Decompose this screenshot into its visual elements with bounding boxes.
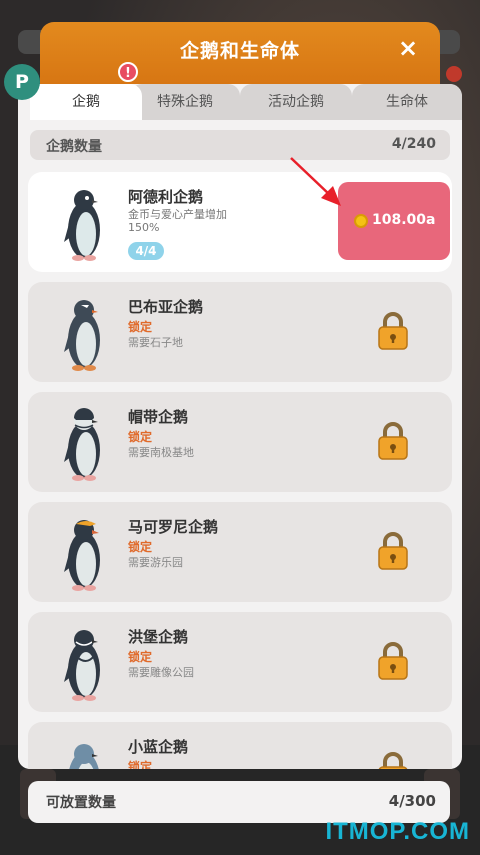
- tab-alert-badge: !: [118, 62, 138, 82]
- placement-capacity-value: 4/300: [388, 792, 436, 810]
- chinstrap-penguin-icon: [64, 408, 100, 481]
- modal-header: 企鹅和生命体 ×: [40, 22, 440, 84]
- penguin-list[interactable]: 阿德利企鹅 金币与爱心产量增加150% 4/4 108.00a 巴布亚企鹅 锁定: [18, 172, 462, 769]
- lock-icon: [378, 642, 408, 680]
- penguin-card-macaroni[interactable]: 马可罗尼企鹅 锁定 需要游乐园: [28, 502, 452, 602]
- backdrop-notification-dot: [446, 66, 462, 82]
- lock-icon: [378, 312, 408, 350]
- locked-status: 锁定: [128, 430, 153, 444]
- close-button[interactable]: ×: [394, 34, 422, 62]
- pointer-arrow-icon: [290, 157, 341, 206]
- placement-capacity-label: 可放置数量: [46, 795, 116, 811]
- penguin-name: 阿德利企鹅: [128, 188, 204, 206]
- buy-price: 108.00a: [372, 212, 436, 228]
- gentoo-penguin-icon: [64, 300, 100, 371]
- adelie-penguin-icon: [64, 190, 100, 261]
- penguin-bonus-desc: 金币与爱心产量增加150%: [128, 208, 227, 234]
- penguin-name: 巴布亚企鹅: [128, 298, 204, 316]
- penguin-card-chinstrap[interactable]: 帽带企鹅 锁定 需要南极基地: [28, 392, 452, 492]
- penguin-card-gentoo[interactable]: 巴布亚企鹅 锁定 需要石子地: [28, 282, 452, 382]
- upgrade-buy-button[interactable]: 108.00a: [338, 182, 450, 260]
- lock-icon: [378, 532, 408, 570]
- penguin-count-bar: 企鹅数量 4/240: [30, 130, 450, 160]
- penguin-name: 小蓝企鹅: [128, 738, 189, 756]
- penguin-panel: 企鹅 特殊企鹅 活动企鹅 生命体 企鹅数量 4/240 阿德利企鹅 金币与爱心产…: [18, 84, 462, 769]
- unlock-requirement: 需要南极基地: [128, 446, 194, 459]
- site-watermark: ITMOP.COM: [325, 818, 470, 845]
- locked-status: 锁定: [128, 540, 153, 554]
- penguin-card-humboldt[interactable]: 洪堡企鹅 锁定 需要雕像公园: [28, 612, 452, 712]
- lock-icon: [378, 752, 408, 769]
- macaroni-penguin-icon: [64, 520, 100, 591]
- lock-icon: [378, 422, 408, 460]
- unlock-requirement: 需要雕像公园: [128, 666, 194, 679]
- tab-penguins[interactable]: 企鹅: [30, 84, 142, 120]
- penguin-level-pill: 4/4: [128, 242, 164, 260]
- penguin-card-adelie[interactable]: 阿德利企鹅 金币与爱心产量增加150% 4/4 108.00a: [28, 172, 452, 272]
- penguin-name: 马可罗尼企鹅: [128, 518, 219, 536]
- modal-title: 企鹅和生命体: [179, 40, 300, 62]
- penguin-count-label: 企鹅数量: [46, 139, 102, 155]
- tab-event-penguins[interactable]: 活动企鹅: [240, 84, 352, 120]
- humboldt-penguin-icon: [64, 630, 100, 701]
- penguin-card-little-blue[interactable]: 小蓝企鹅 锁定: [28, 722, 452, 769]
- premium-p-badge[interactable]: P: [4, 64, 40, 100]
- coin-icon: [354, 214, 368, 228]
- locked-status: 锁定: [128, 320, 153, 334]
- unlock-requirement: 需要石子地: [128, 336, 183, 349]
- tab-special-penguins[interactable]: 特殊企鹅: [130, 84, 240, 120]
- locked-status: 锁定: [128, 760, 153, 769]
- locked-status: 锁定: [128, 650, 153, 664]
- penguin-name: 帽带企鹅: [128, 408, 189, 426]
- placement-capacity-bar: 可放置数量 4/300: [28, 781, 450, 823]
- tab-lifeforms[interactable]: 生命体: [352, 84, 462, 120]
- unlock-requirement: 需要游乐园: [128, 556, 183, 569]
- tab-bar: 企鹅 特殊企鹅 活动企鹅 生命体: [18, 84, 462, 120]
- little-blue-penguin-icon: [69, 744, 99, 769]
- penguin-count-value: 4/240: [391, 136, 436, 152]
- penguin-name: 洪堡企鹅: [128, 628, 189, 646]
